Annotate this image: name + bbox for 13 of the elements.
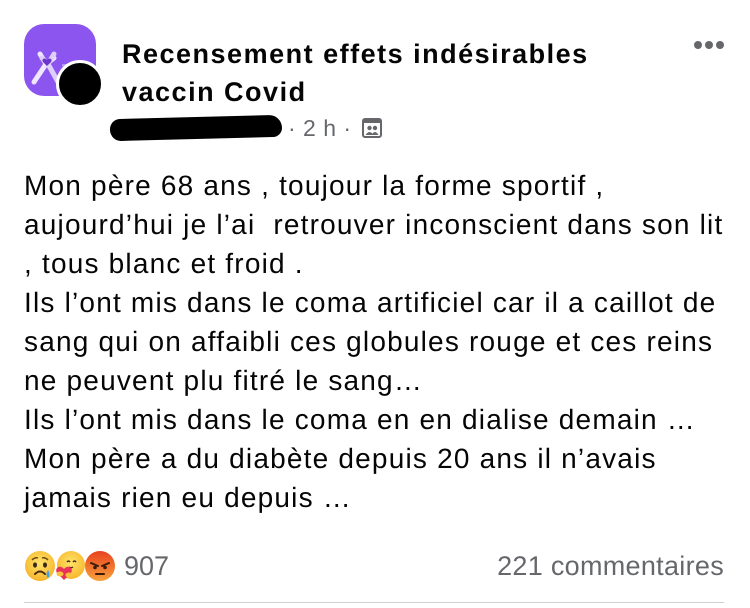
crying-face-icon[interactable] [24,550,56,582]
comments-count[interactable]: 221 commentaires [497,550,724,582]
post-text: Ils l’ont mis dans le coma artificiel car il a caillot de sang qui on affaibli ces globules rouge et ces reins ne peuvent plu fitré le sang… [24,286,718,398]
group-audience-icon [362,118,382,138]
post-text: Mon père 68 ans , toujour la forme sportif , aujourd’hui je l’ai retrouver inconscient dans son lit , tous blanc et froid . [24,169,724,281]
post-time[interactable]: · 2 h · [288,114,352,142]
more-options-icon[interactable] [694,41,724,49]
angry-face-icon[interactable] [84,550,116,582]
hugging-face-icon[interactable] [54,550,86,582]
post-text: Ils l’ont mis dans le coma en en dialise demain … [24,403,697,437]
group-name[interactable]: Recensement effets indésirables vaccin Covid [122,35,642,111]
reaction-count[interactable]: 907 [124,550,170,582]
post-text: Mon père a du diabète depuis 20 ans il n’avais jamais rien eu depuis … [24,442,658,515]
